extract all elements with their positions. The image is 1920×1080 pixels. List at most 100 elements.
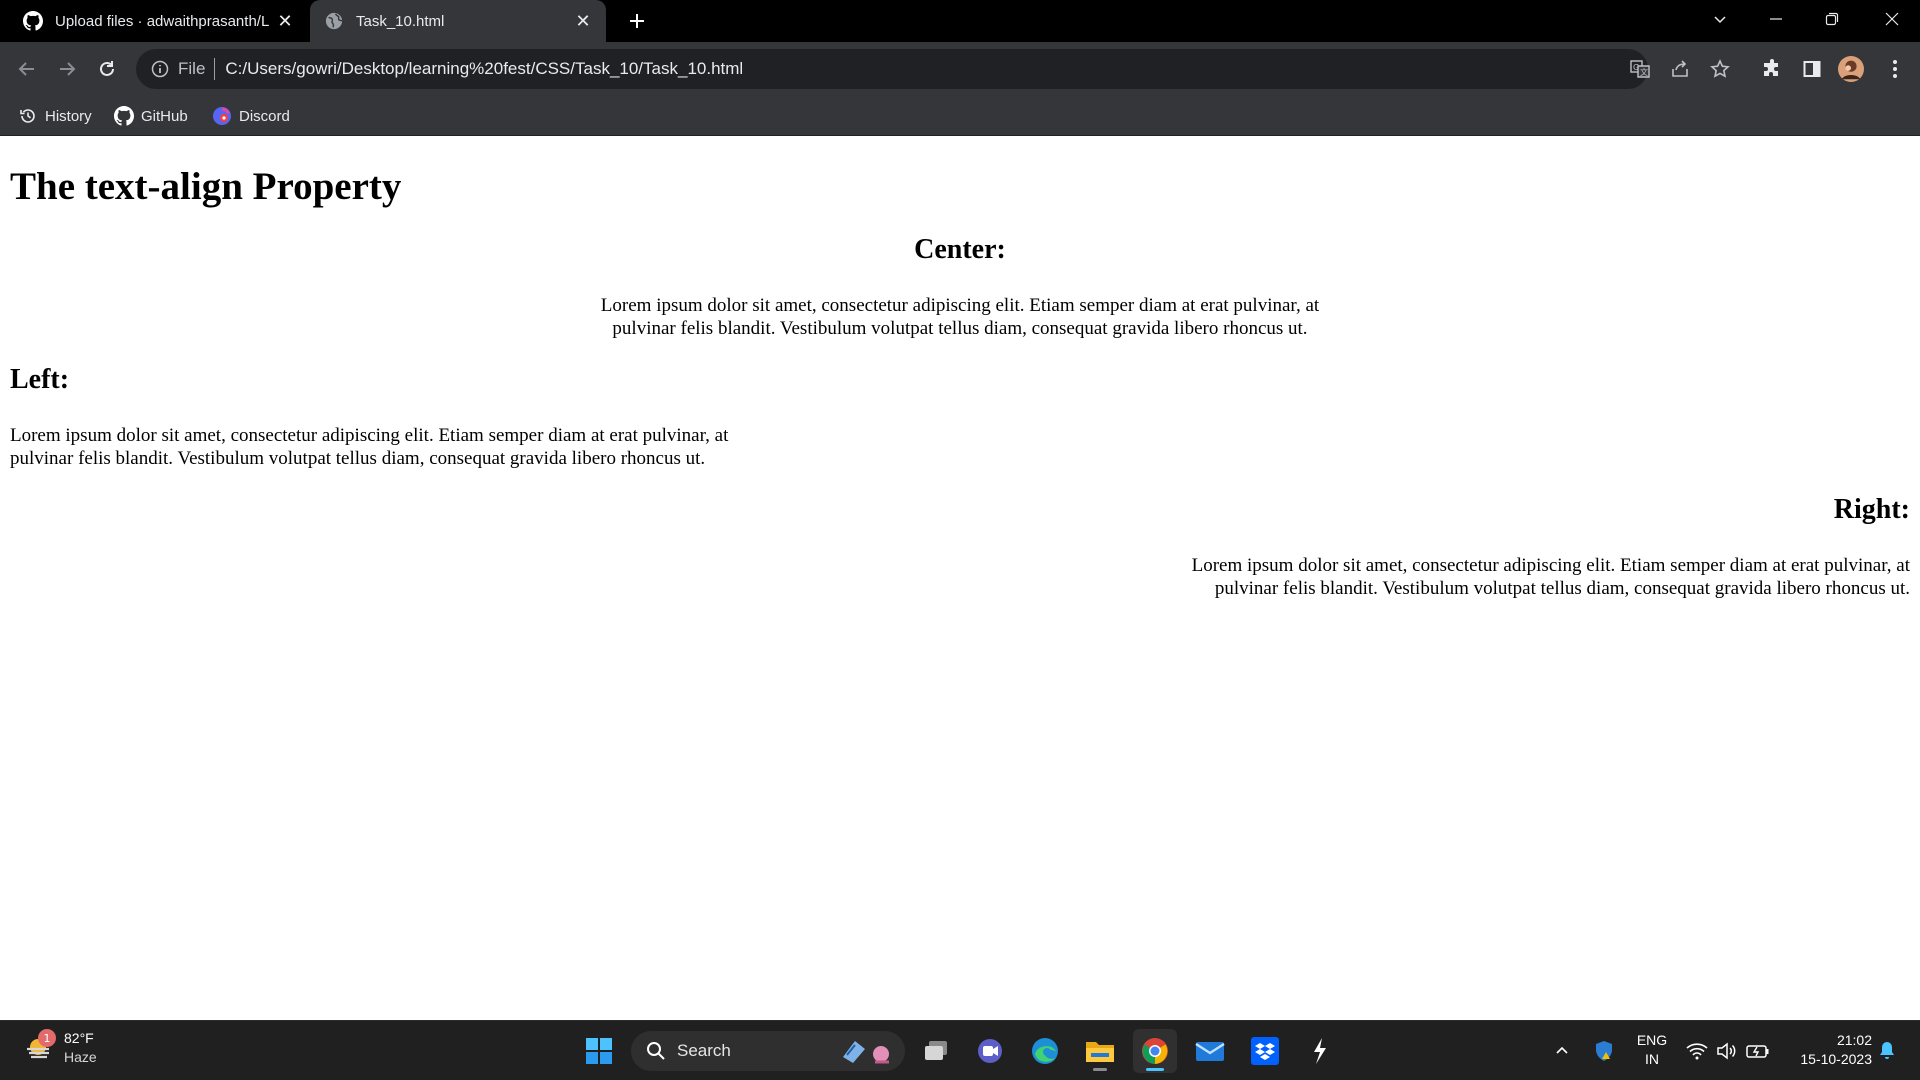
- separator: [214, 58, 216, 80]
- left-heading: Left:: [10, 364, 70, 395]
- bookmark-label: History: [45, 107, 92, 125]
- notification-badge: 1: [38, 1029, 56, 1047]
- language-code: ENG: [1636, 1032, 1668, 1048]
- reload-button[interactable]: [90, 52, 124, 86]
- notifications-button[interactable]: [1874, 1033, 1900, 1069]
- center-paragraph: Lorem ipsum dolor sit amet, consectetur …: [600, 295, 1320, 339]
- mail-button[interactable]: [1188, 1029, 1232, 1073]
- address-bar[interactable]: File C:/Users/gowri/Desktop/learning%20f…: [136, 49, 1730, 89]
- right-heading: Right:: [1833, 494, 1910, 525]
- back-button[interactable]: [10, 52, 44, 86]
- close-icon: [1885, 12, 1899, 26]
- bookmark-github[interactable]: GitHub: [114, 102, 188, 130]
- side-panel-icon[interactable]: [1799, 56, 1825, 82]
- weather-condition: Haze: [64, 1049, 97, 1065]
- windows-start-icon: [586, 1038, 612, 1064]
- close-icon[interactable]: ✕: [570, 8, 596, 34]
- edge-icon: [1032, 1038, 1058, 1064]
- info-icon[interactable]: [150, 59, 170, 79]
- tab-title: Upload files · adwaithprasanth/L: [55, 12, 270, 30]
- bookmark-history[interactable]: History: [18, 102, 92, 130]
- search-label: Search: [677, 1041, 731, 1060]
- scheme-label: File: [178, 59, 206, 78]
- battery-tray-button[interactable]: [1744, 1033, 1772, 1069]
- weather-widget[interactable]: 1 82°F Haze: [22, 1029, 97, 1067]
- translate-icon[interactable]: G文: [1630, 59, 1650, 79]
- browser-toolbar: File C:/Users/gowri/Desktop/learning%20f…: [0, 42, 1920, 96]
- taskbar-search[interactable]: Search: [631, 1031, 905, 1071]
- reload-icon: [100, 61, 114, 76]
- pinned-app-button[interactable]: [1298, 1029, 1342, 1073]
- language-region: IN: [1645, 1051, 1659, 1067]
- tab-task-10[interactable]: Task_10.html ✕: [310, 0, 606, 42]
- show-hidden-icons-button[interactable]: [1550, 1033, 1574, 1069]
- security-shield-icon: [1596, 1041, 1612, 1061]
- dropbox-icon: [1251, 1037, 1279, 1065]
- teams-button[interactable]: [968, 1029, 1012, 1073]
- volume-tray-button[interactable]: [1714, 1033, 1740, 1069]
- page-content: The text-align Property Center: Lorem ip…: [0, 136, 1920, 1020]
- wifi-tray-button[interactable]: [1684, 1033, 1710, 1069]
- center-heading: Center:: [914, 234, 1006, 265]
- weather-temp: 82°F: [64, 1030, 94, 1046]
- start-button[interactable]: [577, 1029, 621, 1073]
- minimize-icon: [1770, 18, 1782, 20]
- chrome-icon: [1142, 1038, 1168, 1064]
- search-highlight-icon: [843, 1041, 889, 1064]
- app-icon: [1314, 1038, 1326, 1064]
- svg-text:文: 文: [1640, 67, 1648, 77]
- arrow-right-icon: [60, 62, 76, 76]
- left-section: Left: Lorem ipsum dolor sit amet, consec…: [10, 364, 1910, 470]
- close-icon[interactable]: ✕: [272, 8, 298, 34]
- arrow-left-icon: [18, 62, 34, 76]
- forward-button[interactable]: [50, 52, 84, 86]
- restore-icon: [1825, 12, 1839, 26]
- restore-button[interactable]: [1804, 0, 1860, 38]
- chrome-button[interactable]: [1133, 1029, 1177, 1073]
- taskbar: 1 82°F Haze Search ENG IN 21:02 15-10-20…: [0, 1020, 1920, 1080]
- url-text[interactable]: C:/Users/gowri/Desktop/learning%20fest/C…: [225, 59, 743, 79]
- history-icon: [18, 106, 38, 126]
- edge-button[interactable]: [1023, 1029, 1067, 1073]
- task-view-icon: [925, 1041, 947, 1060]
- search-icon: [645, 1040, 667, 1062]
- wifi-icon: [1686, 1043, 1708, 1060]
- right-paragraph: Lorem ipsum dolor sit amet, consectetur …: [1191, 555, 1910, 599]
- clock-date: 15-10-2023: [1800, 1051, 1872, 1067]
- tab-strip: Upload files · adwaithprasanth/L ✕ Task_…: [0, 0, 1920, 42]
- more-menu-icon[interactable]: [1882, 56, 1908, 82]
- discord-icon: [212, 106, 232, 126]
- bell-icon: [1880, 1042, 1894, 1059]
- security-tray-button[interactable]: [1590, 1033, 1618, 1069]
- tab-upload-files[interactable]: Upload files · adwaithprasanth/L ✕: [0, 0, 308, 42]
- dropbox-button[interactable]: [1243, 1029, 1287, 1073]
- share-icon[interactable]: [1670, 59, 1690, 79]
- star-icon[interactable]: [1710, 59, 1730, 79]
- volume-icon: [1717, 1042, 1736, 1060]
- bookmark-label: GitHub: [141, 107, 188, 125]
- mail-icon: [1195, 1042, 1225, 1061]
- tab-search-button[interactable]: [1692, 0, 1748, 38]
- center-section: Center: Lorem ipsum dolor sit amet, cons…: [10, 234, 1910, 340]
- extensions-icon[interactable]: [1759, 56, 1785, 82]
- new-tab-button[interactable]: [622, 6, 652, 36]
- bookmark-label: Discord: [239, 107, 290, 125]
- language-indicator[interactable]: ENG IN: [1630, 1031, 1674, 1069]
- left-paragraph: Lorem ipsum dolor sit amet, consectetur …: [10, 425, 729, 469]
- clock[interactable]: 21:02 15-10-2023: [1780, 1031, 1872, 1069]
- file-explorer-icon: [1086, 1042, 1114, 1062]
- weather-haze-icon: 1: [22, 1029, 56, 1065]
- avatar[interactable]: [1838, 56, 1864, 82]
- github-icon: [23, 11, 43, 31]
- bookmarks-bar: History GitHub Discord: [0, 96, 1920, 136]
- file-explorer-button[interactable]: [1078, 1029, 1122, 1073]
- close-window-button[interactable]: [1864, 0, 1920, 38]
- bookmark-discord[interactable]: Discord: [212, 102, 290, 130]
- svg-text:G: G: [1633, 63, 1639, 72]
- minimize-button[interactable]: [1748, 0, 1804, 38]
- clock-time: 21:02: [1836, 1032, 1872, 1048]
- right-section: Right: Lorem ipsum dolor sit amet, conse…: [10, 494, 1910, 600]
- task-view-button[interactable]: [914, 1029, 958, 1073]
- battery-icon: [1746, 1045, 1769, 1058]
- tab-title: Task_10.html: [356, 12, 445, 30]
